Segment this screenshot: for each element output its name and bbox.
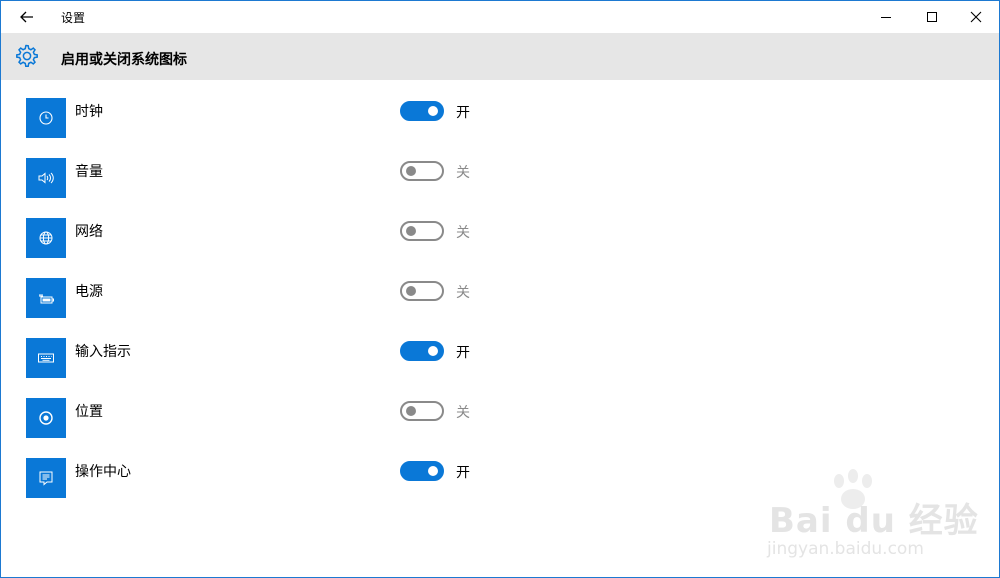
back-arrow-icon [20,11,33,23]
list-item-input-indicator: 输入指示 开 [1,320,999,380]
close-button[interactable] [953,1,999,33]
toggle-state-label: 开 [456,345,470,361]
list-item-action-center: 操作中心 开 [1,440,999,500]
watermark-brand: Bai du 经验 [769,501,979,541]
gear-icon [16,44,38,67]
clock-toggle[interactable] [400,101,444,121]
toggle-knob [406,286,416,296]
battery-icon [39,294,54,304]
clock-tile [26,98,66,138]
power-toggle[interactable] [400,281,444,301]
location-tile [26,398,66,438]
list-item-network: 网络 关 [1,200,999,260]
clock-icon [39,111,53,125]
location-toggle[interactable] [400,401,444,421]
input-indicator-tile [26,338,66,378]
title-bar: 设置 [1,1,999,33]
list-item-location: 位置 关 [1,380,999,440]
input-indicator-toggle[interactable] [400,341,444,361]
power-tile [26,278,66,318]
volume-toggle[interactable] [400,161,444,181]
watermark-url: jingyan.baidu.com [767,539,924,559]
maximize-button[interactable] [909,1,955,33]
action-center-tile [26,458,66,498]
keyboard-icon [38,353,54,363]
toggle-state-label: 开 [456,465,470,481]
item-label: 输入指示 [75,344,131,360]
toggle-knob [406,226,416,236]
network-toggle[interactable] [400,221,444,241]
page-header: 启用或关闭系统图标 [1,33,999,80]
toggle-knob [428,466,438,476]
item-label: 音量 [75,164,103,180]
network-tile [26,218,66,258]
action-center-icon [39,471,53,486]
volume-tile [26,158,66,198]
item-label: 电源 [75,284,103,300]
toggle-knob [428,346,438,356]
close-icon [970,11,982,23]
item-label: 操作中心 [75,464,131,480]
location-icon [39,411,53,425]
toggle-state-label: 关 [456,165,470,181]
minimize-button[interactable] [863,1,909,33]
item-label: 时钟 [75,104,103,120]
volume-icon [38,172,54,184]
list-item-volume: 音量 关 [1,140,999,200]
globe-icon [39,231,53,245]
settings-window: 设置 启用或关闭系统图标 时钟 开 音量 关 网络 关 电源 关 输入指示 开 … [0,0,1000,578]
toggle-knob [406,166,416,176]
toggle-knob [406,406,416,416]
list-item-power: 电源 关 [1,260,999,320]
back-button[interactable] [9,1,45,33]
toggle-state-label: 开 [456,105,470,121]
action-center-toggle[interactable] [400,461,444,481]
toggle-state-label: 关 [456,405,470,421]
item-label: 网络 [75,224,103,240]
list-item-clock: 时钟 开 [1,80,999,140]
toggle-state-label: 关 [456,285,470,301]
window-title: 设置 [61,11,86,25]
toggle-knob [428,106,438,116]
toggle-state-label: 关 [456,225,470,241]
minimize-icon [881,17,891,18]
item-label: 位置 [75,404,103,420]
maximize-icon [927,12,937,22]
page-title: 启用或关闭系统图标 [61,52,187,68]
